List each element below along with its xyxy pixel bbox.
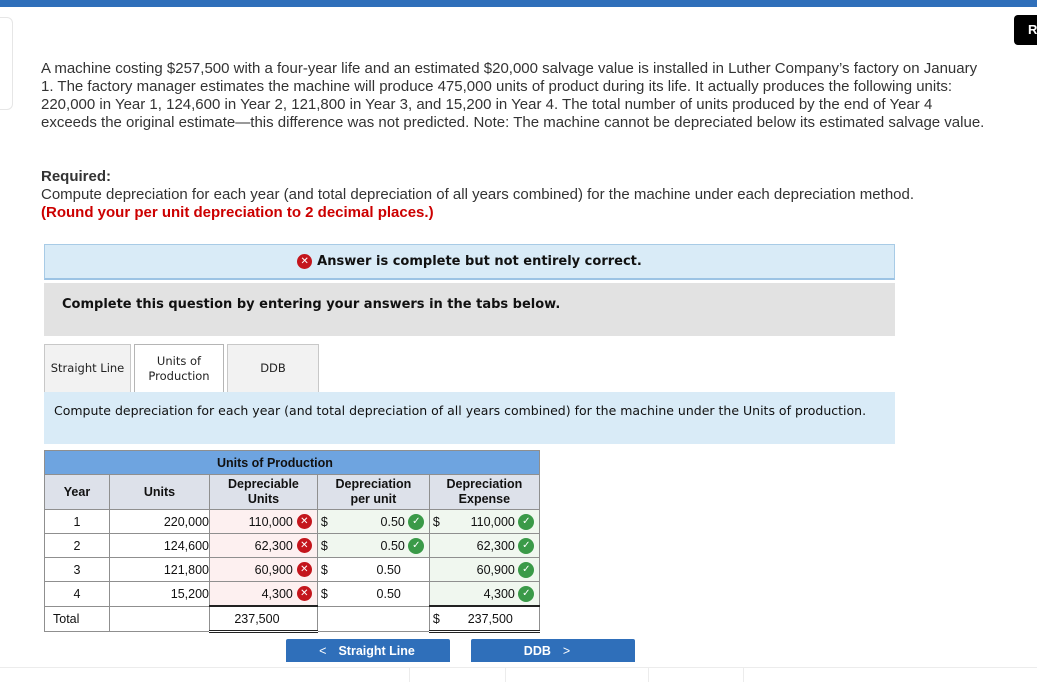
header-year: Year xyxy=(44,474,110,510)
year-cell: 4 xyxy=(44,581,110,607)
dollar-sign: $ xyxy=(320,586,328,601)
depreciable-units-value: 60,900 xyxy=(254,562,293,577)
depreciable-units-input[interactable]: 62,300 ✕ xyxy=(209,533,318,558)
total-units-cell xyxy=(109,605,210,632)
depreciation-table: Units of Production Year Units Depreciab… xyxy=(44,450,540,633)
table-row: 1 220,000 110,000 ✕ $0.50 ✓ $110,000 ✓ xyxy=(44,509,540,534)
top-bar xyxy=(0,0,1037,7)
expense-value: 110,000 xyxy=(470,514,515,529)
expense-value: 4,300 xyxy=(483,586,515,601)
depreciable-units-input[interactable]: 60,900 ✕ xyxy=(209,557,318,582)
table-row: 2 124,600 62,300 ✕ $0.50 ✓ 62,300 ✓ xyxy=(44,533,540,558)
footer-separator xyxy=(648,668,649,682)
incorrect-x-icon: ✕ xyxy=(296,538,312,553)
answer-status-banner: ✕ Answer is complete but not entirely co… xyxy=(44,244,895,280)
per-unit-value: 0.50 xyxy=(380,514,405,529)
total-expense-value: 237,500 xyxy=(467,611,513,626)
header-units: Units xyxy=(109,474,210,510)
per-unit-value: 0.50 xyxy=(380,538,405,553)
incorrect-x-icon: ✕ xyxy=(296,514,312,529)
expense-value: 60,900 xyxy=(476,562,515,577)
expense-value: 62,300 xyxy=(476,538,515,553)
answer-status-text: Answer is complete but not entirely corr… xyxy=(317,254,642,269)
depreciation-per-unit-input[interactable]: $0.50 xyxy=(316,557,430,582)
dollar-sign: $ xyxy=(432,514,440,529)
units-cell: 124,600 xyxy=(109,533,210,558)
previous-tab-label: Straight Line xyxy=(338,643,415,658)
chevron-right-icon: > xyxy=(562,643,571,658)
year-cell: 3 xyxy=(44,557,110,582)
side-panel[interactable] xyxy=(0,17,13,110)
incorrect-x-icon: ✕ xyxy=(296,562,312,577)
method-tabs: Straight Line Units of Production DDB xyxy=(44,344,322,393)
depreciable-units-input[interactable]: 110,000 ✕ xyxy=(209,509,318,534)
total-depreciable-units[interactable]: 237,500 xyxy=(209,605,318,633)
dollar-sign: $ xyxy=(320,538,328,553)
top-right-button-label: R xyxy=(1028,22,1037,37)
depreciation-expense-input[interactable]: $110,000 ✓ xyxy=(428,509,540,534)
correct-check-icon: ✓ xyxy=(518,585,535,602)
previous-tab-button[interactable]: < Straight Line xyxy=(286,639,450,662)
depreciation-expense-input[interactable]: 4,300 ✓ xyxy=(428,581,540,607)
table-total-row: Total 237,500 $237,500 xyxy=(44,605,540,633)
table-row: 3 121,800 60,900 ✕ $0.50 60,900 ✓ xyxy=(44,557,540,582)
tab-units-of-production-label: Units of Production xyxy=(148,354,210,383)
total-depreciation-expense[interactable]: $237,500 xyxy=(428,605,540,633)
dollar-sign: $ xyxy=(320,562,328,577)
total-dollar-sign: $ xyxy=(432,611,440,626)
tab-ddb[interactable]: DDB xyxy=(227,344,319,392)
depreciable-units-value: 110,000 xyxy=(248,514,293,529)
tab-description: Compute depreciation for each year (and … xyxy=(44,392,895,444)
units-cell: 121,800 xyxy=(109,557,210,582)
header-depreciation-expense: Depreciation Expense xyxy=(428,474,540,510)
year-cell: 2 xyxy=(44,533,110,558)
table-row: 4 15,200 4,300 ✕ $0.50 4,300 ✓ xyxy=(44,581,540,607)
units-cell: 220,000 xyxy=(109,509,210,534)
header-depreciation-per-unit: Depreciation per unit xyxy=(316,474,430,510)
table-group-header: Units of Production xyxy=(44,450,540,475)
units-cell: 15,200 xyxy=(109,581,210,607)
correct-check-icon: ✓ xyxy=(518,561,535,578)
header-depreciable-units: Depreciable Units xyxy=(209,474,318,510)
footer-separator xyxy=(505,668,506,682)
required-heading: Required: xyxy=(41,168,112,185)
depreciation-expense-input[interactable]: 60,900 ✓ xyxy=(428,557,540,582)
total-depreciable-units-value: 237,500 xyxy=(234,611,280,626)
depreciable-units-value: 4,300 xyxy=(261,586,293,601)
required-section: Required: Compute depreciation for each … xyxy=(41,168,986,222)
required-text: Compute depreciation for each year (and … xyxy=(41,186,915,203)
instructions-bar: Complete this question by entering your … xyxy=(44,283,895,336)
depreciation-per-unit-input[interactable]: $0.50 ✓ xyxy=(316,509,430,534)
total-per-unit-cell xyxy=(316,605,430,632)
correct-check-icon: ✓ xyxy=(518,537,535,554)
depreciable-units-value: 62,300 xyxy=(254,538,293,553)
chevron-left-icon: < xyxy=(319,643,327,658)
group-header-label: Units of Production xyxy=(216,455,333,470)
depreciation-per-unit-input[interactable]: $0.50 xyxy=(316,581,430,607)
rounding-note: (Round your per unit depreciation to 2 d… xyxy=(41,204,434,221)
x-circle-icon: ✕ xyxy=(297,254,313,269)
year-cell: 1 xyxy=(44,509,110,534)
top-right-button[interactable]: R xyxy=(1014,15,1037,45)
tab-units-of-production[interactable]: Units of Production xyxy=(134,344,224,393)
per-unit-value: 0.50 xyxy=(376,586,401,601)
correct-check-icon: ✓ xyxy=(408,537,425,554)
next-tab-button[interactable]: DDB > xyxy=(471,639,635,662)
depreciable-units-input[interactable]: 4,300 ✕ xyxy=(209,581,318,607)
next-tab-label: DDB xyxy=(523,643,551,658)
problem-statement: A machine costing $257,500 with a four-y… xyxy=(41,60,985,131)
depreciation-expense-input[interactable]: 62,300 ✓ xyxy=(428,533,540,558)
footer-separator xyxy=(743,668,744,682)
correct-check-icon: ✓ xyxy=(518,513,535,530)
tab-straight-line[interactable]: Straight Line xyxy=(44,344,131,392)
correct-check-icon: ✓ xyxy=(408,513,425,530)
depreciation-per-unit-input[interactable]: $0.50 ✓ xyxy=(316,533,430,558)
dollar-sign: $ xyxy=(320,514,328,529)
total-label: Total xyxy=(44,605,110,632)
incorrect-x-icon: ✕ xyxy=(296,586,312,601)
per-unit-value: 0.50 xyxy=(376,562,401,577)
footer-divider xyxy=(0,667,1037,668)
footer-separator xyxy=(409,668,410,682)
